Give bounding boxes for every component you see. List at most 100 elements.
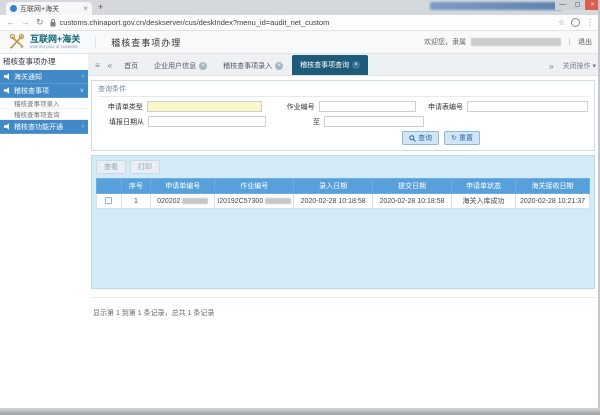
chevron-down-icon: ∨ [80,87,84,94]
profile-avatar-icon[interactable] [571,18,580,27]
apply-type-input[interactable] [147,101,262,112]
browser-tab[interactable]: 互联网+海关 × [6,2,92,15]
site-favicon-icon [10,5,17,12]
date-from-input[interactable] [148,116,266,127]
tab-label: 稽核查事项查询 [300,60,349,70]
bookmark-star-icon[interactable]: ☆ [558,18,565,27]
tab-home[interactable]: 首页 [117,57,145,75]
window-bottom-edge [0,408,600,415]
pagination-footer: 显示第 1 到第 1 条记录，总共 1 条记录 [91,297,595,324]
close-operations-dropdown[interactable]: 关闭操作 ▾ [563,61,596,71]
column-header: 申请单状态 [451,179,515,194]
date-to-input[interactable] [324,116,424,127]
search-button-label: 查询 [418,133,432,143]
chevron-left-icon: ‹ [82,74,84,80]
menu-icon[interactable]: ≡ [92,61,103,75]
apply-no-input[interactable] [467,101,588,112]
sidebar-item-customs-notice[interactable]: 海关通知 ‹ [0,70,88,84]
minimize-button[interactable]: — [555,0,570,10]
megaphone-icon [4,87,11,94]
browser-window: 互联网+海关 × + — ▢ × ← → ↻ customs.chinaport… [0,0,600,415]
kebab-menu-icon[interactable]: ⋮ [586,18,594,27]
results-panel: 查看 打印 序号 申请单编号 作业编号 录入日期 [91,155,595,289]
date-from-label: 填报日期从 [98,117,148,127]
tab-label: 企业用户信息 [154,61,196,71]
tab-close-icon[interactable]: × [352,61,360,69]
caret-down-icon: ▾ [592,63,596,70]
close-operations-label: 关闭操作 [563,63,591,70]
back-icon[interactable]: ← [6,18,15,27]
tab-enterprise-user-info[interactable]: 企业用户信息 × [147,57,214,75]
scroll-tabs-right-icon[interactable]: » [546,62,556,71]
sidebar-item-label: 海关通知 [14,72,42,82]
apply-no-label: 申请表编号 [416,102,467,112]
tab-close-icon[interactable]: × [83,5,88,13]
tab-label: 首页 [124,61,138,71]
cell-apply-no: 020202 [151,194,215,209]
column-header: 海关接收日期 [516,179,590,194]
browser-tab-title: 互联网+海关 [20,4,80,14]
page-title: 稽核查事项办理 [111,36,181,49]
maximize-button[interactable]: ▢ [570,0,585,10]
tab-close-icon[interactable]: × [275,62,283,70]
tab-label: 稽核查事项录入 [223,61,272,71]
sidebar: 稽核查事项办理 海关通知 ‹ 稽核查事项 ∨ 稽核查事项录入 稽核查事项查询 [0,54,88,406]
chevron-left-icon: ‹ [82,124,84,130]
search-icon [409,135,416,142]
reset-button[interactable]: ↻ 重置 [444,131,480,145]
reload-icon[interactable]: ↻ [36,18,44,27]
print-button[interactable]: 打印 [130,160,160,174]
row-checkbox[interactable] [105,197,112,204]
megaphone-icon [4,123,11,130]
table-actions: 查看 打印 [96,160,590,174]
cell-receive-date: 2020-02-28 10:21:37 [516,194,590,209]
sidebar-item-audit-items[interactable]: 稽核查事项 ∨ [0,84,88,98]
column-header: 申请单编号 [151,179,215,194]
logout-button[interactable]: 退出 [578,37,592,47]
query-section-title: 查询条件 [98,84,588,97]
cell-seq: 1 [121,194,151,209]
results-table: 序号 申请单编号 作业编号 录入日期 提交日期 申请单状态 海关接收日期 1 [96,178,590,209]
sidebar-subitem-label: 稽核查事项录入 [14,98,60,108]
cell-status: 海关入库成功 [451,194,515,209]
logo-title: 互联网+海关 [30,35,80,44]
url-field[interactable]: customs.chinaport.gov.cn/deskserver/cus/… [50,18,552,27]
redacted-value [182,198,208,204]
cell-entry-date: 2020-02-28 10:18:58 [294,194,373,209]
pagination-text: 显示第 1 到第 1 条记录，总共 1 条记录 [93,310,214,317]
redacted-value [265,198,291,204]
new-tab-button[interactable]: + [98,2,103,12]
site-header: 互联网+海关 internet plus of customs ｜ 稽核查事项办… [0,31,600,54]
checkbox-column-header [97,179,122,194]
sidebar-item-audit-function-open[interactable]: 稽核查功能开通 ‹ [0,120,88,134]
sidebar-title: 稽核查事项办理 [0,54,88,70]
table-row: 1 020202 I20192C57300 2020-02-28 10:18:5… [97,194,590,209]
main-area: ≡ « 首页 企业用户信息 × 稽核查事项录入 × 稽核查事项查询 × [88,54,600,406]
logo-subtitle: internet plus of customs [30,44,80,49]
refresh-icon: ↻ [451,134,457,142]
tab-close-icon[interactable]: × [199,62,207,70]
column-header: 序号 [121,179,151,194]
sidebar-subitem-audit-entry[interactable]: 稽核查事项录入 [0,98,88,109]
scroll-tabs-left-icon[interactable]: « [105,61,115,75]
welcome-text: 欢迎您，隶属 [424,37,466,47]
customs-logo-icon [8,33,26,51]
forward-icon[interactable]: → [21,18,30,27]
view-button[interactable]: 查看 [96,160,126,174]
sidebar-subitem-audit-query[interactable]: 稽核查事项查询 [0,109,88,120]
search-button[interactable]: 查询 [402,131,439,145]
tab-audit-query[interactable]: 稽核查事项查询 × [292,55,368,75]
welcome-divider: ｜ [566,37,573,47]
megaphone-icon [4,73,11,80]
column-header: 录入日期 [294,179,373,194]
job-no-label: 作业编号 [262,102,319,112]
table-header-row: 序号 申请单编号 作业编号 录入日期 提交日期 申请单状态 海关接收日期 [97,179,590,194]
browser-addressbar: ← → ↻ customs.chinaport.gov.cn/deskserve… [0,15,600,31]
page-content: 稽核查事项办理 海关通知 ‹ 稽核查事项 ∨ 稽核查事项录入 稽核查事项查询 [0,54,600,406]
apply-no-text: 020202 [157,198,180,205]
job-no-input[interactable] [319,101,417,112]
lock-icon [50,19,56,27]
tab-audit-entry[interactable]: 稽核查事项录入 × [216,57,290,75]
browser-tabstrip: 互联网+海关 × + — ▢ × [0,0,600,15]
apply-type-label: 申请单类型 [98,102,147,112]
